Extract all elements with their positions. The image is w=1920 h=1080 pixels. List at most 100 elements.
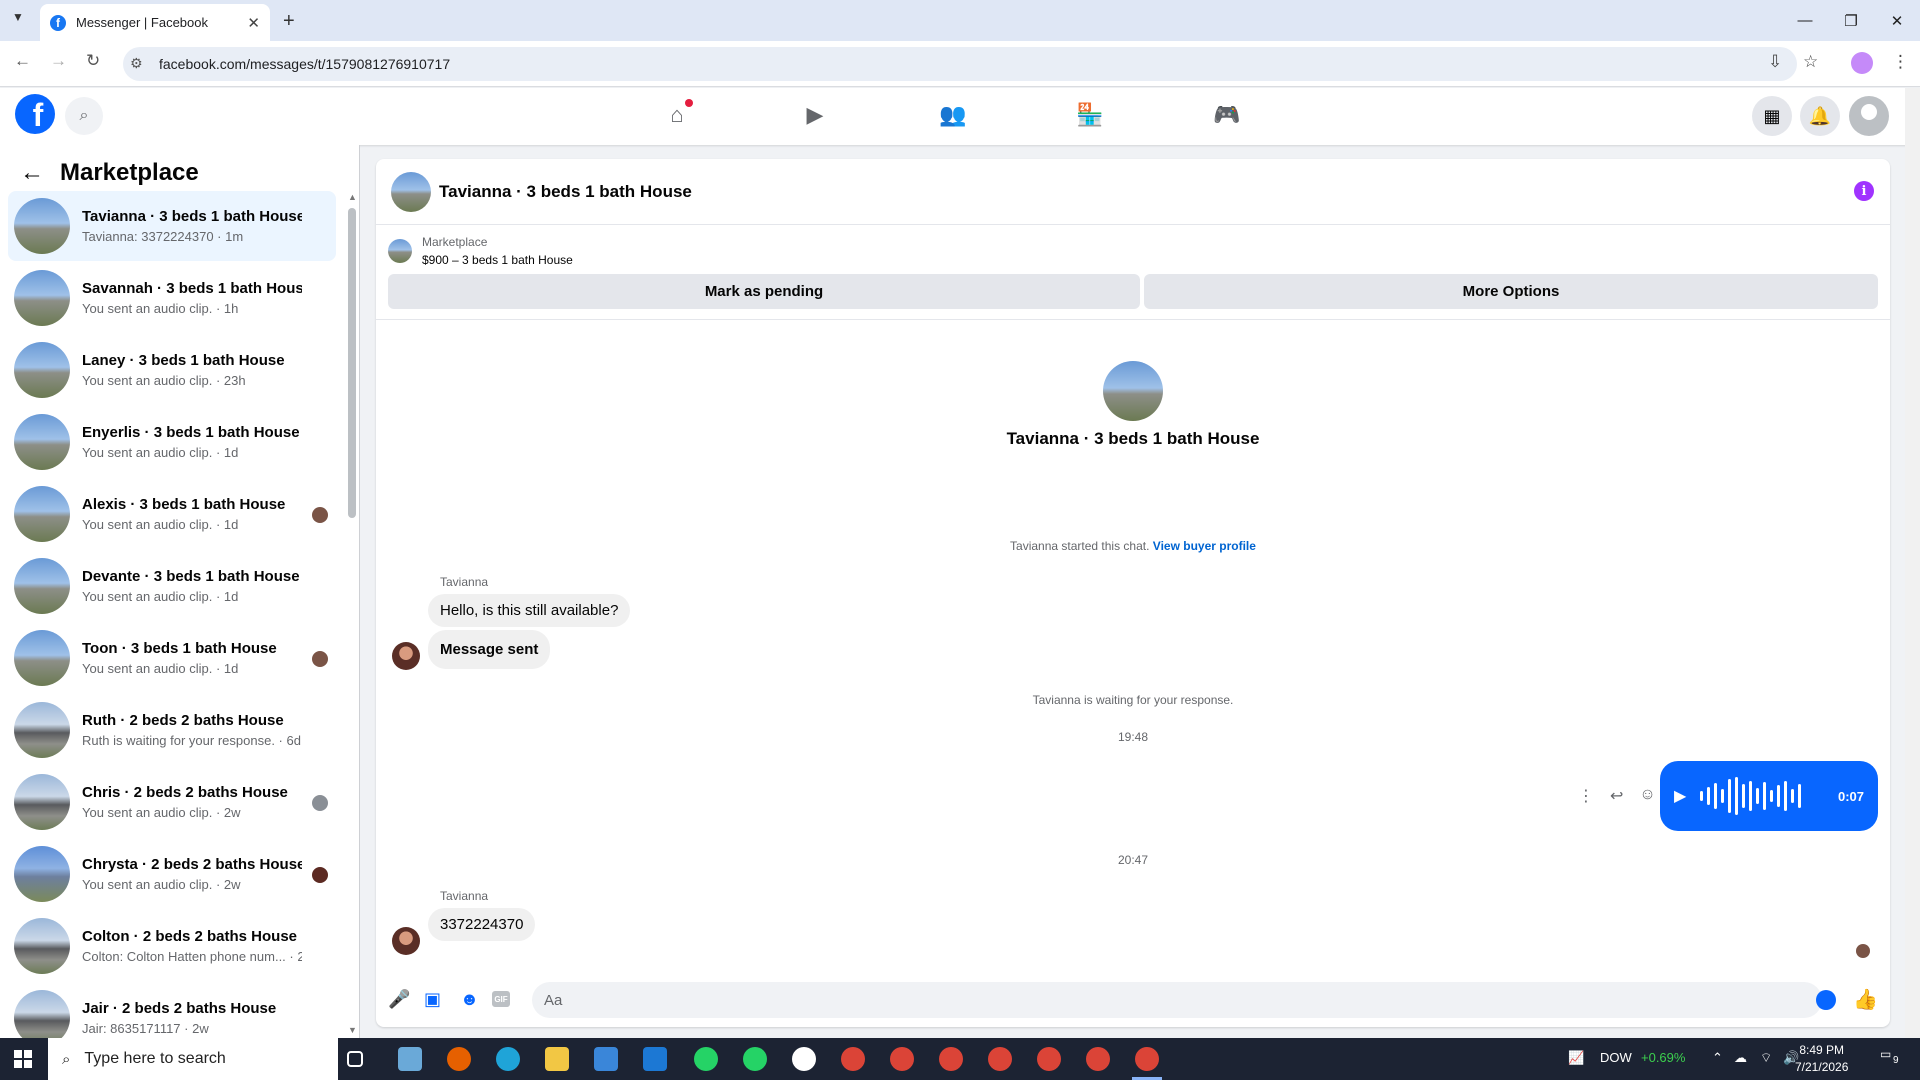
conversation-item[interactable]: Colton · 2 beds 2 baths House Colton: Col…: [8, 911, 336, 981]
scroll-up-arrow-icon[interactable]: ▲: [348, 192, 357, 202]
message-bubble[interactable]: Message sent: [428, 630, 551, 669]
edge-icon[interactable]: [496, 1047, 520, 1071]
more-icon[interactable]: ⋮: [1578, 786, 1594, 806]
browser-menu-icon[interactable]: ⋮: [1892, 52, 1909, 72]
taskbar-search[interactable]: ⌕ Type here to search: [48, 1038, 338, 1080]
conversation-item[interactable]: Devante · 3 beds 1 bath House You sent an…: [8, 551, 336, 621]
chrome-icon[interactable]: [988, 1047, 1012, 1071]
url-field[interactable]: facebook.com/messages/t/1579081276910717: [123, 47, 1797, 81]
new-tab-icon[interactable]: +: [283, 10, 295, 33]
microphone-icon[interactable]: 🎤: [388, 989, 410, 1010]
chrome-icon[interactable]: [841, 1047, 865, 1071]
sender-avatar[interactable]: [392, 642, 420, 670]
photo-icon[interactable]: ▣: [424, 989, 441, 1010]
facebook-logo-icon[interactable]: f: [15, 94, 55, 134]
sidebar-scrollbar[interactable]: [348, 208, 356, 518]
chrome-icon[interactable]: [890, 1047, 914, 1071]
conversation-item[interactable]: Laney · 3 beds 1 bath House You sent an a…: [8, 335, 336, 405]
notification-center-icon[interactable]: ▭: [1880, 1047, 1891, 1061]
gif-icon[interactable]: GIF: [492, 991, 510, 1007]
listing-summary[interactable]: Marketplace $900 – 3 beds 1 bath House: [388, 233, 573, 269]
task-view-icon[interactable]: [347, 1051, 363, 1067]
sticker-icon[interactable]: ☻: [460, 989, 479, 1010]
react-icon[interactable]: ☺: [1639, 786, 1655, 806]
gaming-icon[interactable]: 🎮: [1207, 100, 1247, 130]
whatsapp-icon[interactable]: [743, 1047, 767, 1071]
back-icon[interactable]: ←: [14, 51, 31, 71]
tab-search-icon[interactable]: ▼: [12, 10, 24, 24]
chrome-icon[interactable]: [1135, 1047, 1159, 1071]
conversation-preview: You sent an audio clip. · 1d: [82, 517, 239, 532]
install-app-icon[interactable]: ⇩: [1768, 52, 1782, 72]
message-bubble[interactable]: 3372224370: [428, 908, 536, 941]
emoji-icon[interactable]: [1816, 990, 1836, 1010]
friends-icon[interactable]: 👥: [933, 100, 973, 130]
tray-expand-icon[interactable]: ⌃: [1712, 1050, 1723, 1066]
conversation-item[interactable]: Toon · 3 beds 1 bath House You sent an au…: [8, 623, 336, 693]
play-icon[interactable]: ▶: [1674, 786, 1686, 806]
notifications-bell-icon[interactable]: 🔔: [1800, 96, 1840, 136]
message-input[interactable]: Aa: [532, 982, 1822, 1018]
account-avatar[interactable]: [1849, 96, 1889, 136]
store-icon[interactable]: [594, 1047, 618, 1071]
chrome-icon[interactable]: [939, 1047, 963, 1071]
window-controls: — ❐ ✕: [1782, 0, 1920, 41]
chat-title[interactable]: Tavianna · 3 beds 1 bath House: [439, 182, 692, 202]
voice-message[interactable]: ▶ 0:07: [1660, 761, 1878, 831]
back-arrow-icon[interactable]: ←: [20, 159, 44, 187]
message-bubble[interactable]: Hello, is this still available?: [428, 594, 631, 627]
page-scrollbar[interactable]: [1905, 88, 1920, 1038]
listing-thumbnail: [14, 558, 70, 614]
ticker-name[interactable]: DOW: [1600, 1050, 1632, 1065]
conversation-item[interactable]: Savannah · 3 beds 1 bath House You sent a…: [8, 263, 336, 333]
conversation-title: Devante · 3 beds 1 bath House: [82, 568, 300, 585]
mark-as-pending-button[interactable]: Mark as pending: [388, 274, 1140, 309]
menu-grid-icon[interactable]: ▦: [1752, 96, 1792, 136]
browser-profile-avatar[interactable]: [1851, 52, 1873, 74]
search-icon[interactable]: ⌕: [65, 97, 103, 135]
thumbs-up-icon[interactable]: 👍: [1853, 987, 1878, 1012]
scroll-down-arrow-icon[interactable]: ▼: [348, 1025, 357, 1035]
chrome-icon[interactable]: [1037, 1047, 1061, 1071]
site-info-icon[interactable]: ⚙: [130, 55, 143, 72]
forward-icon[interactable]: →: [50, 51, 67, 71]
browser-tab[interactable]: f Messenger | Facebook ✕: [40, 4, 270, 41]
chrome-icon[interactable]: [1086, 1047, 1110, 1071]
whatsapp-business-icon[interactable]: [694, 1047, 718, 1071]
video-icon[interactable]: ▶: [795, 100, 835, 130]
outlook-icon[interactable]: [643, 1047, 667, 1071]
reply-icon[interactable]: ↩: [1610, 786, 1623, 806]
windows-start-icon[interactable]: [14, 1050, 32, 1068]
conversation-item[interactable]: Tavianna · 3 beds 1 bath House Tavianna: …: [8, 191, 336, 261]
seen-avatar: [312, 795, 328, 811]
firefox-icon[interactable]: [447, 1047, 471, 1071]
chat-listing-thumbnail[interactable]: [391, 171, 431, 212]
conversation-preview: Ruth is waiting for your response. · 6d: [82, 733, 301, 748]
view-buyer-profile-link[interactable]: View buyer profile: [1153, 539, 1256, 553]
marketplace-icon[interactable]: 🏪: [1070, 100, 1110, 130]
conversation-item[interactable]: Chrysta · 2 beds 2 baths House You sent a…: [8, 839, 336, 909]
bookmark-star-icon[interactable]: ☆: [1803, 52, 1818, 72]
info-icon[interactable]: i: [1854, 181, 1874, 201]
sender-avatar[interactable]: [392, 927, 420, 955]
wifi-icon[interactable]: ⌔: [1760, 1050, 1772, 1066]
more-options-button[interactable]: More Options: [1144, 274, 1878, 309]
conversation-item[interactable]: Enyerlis · 3 beds 1 bath House You sent a…: [8, 407, 336, 477]
ticker-change[interactable]: +0.69%: [1641, 1050, 1685, 1065]
system-clock[interactable]: 8:49 PM 7/21/2026: [1795, 1042, 1848, 1076]
restore-icon[interactable]: ❐: [1828, 0, 1874, 41]
close-tab-icon[interactable]: ✕: [247, 14, 260, 32]
clock-time: 8:49 PM: [1799, 1043, 1845, 1057]
conversation-item[interactable]: Alexis · 3 beds 1 bath House You sent an …: [8, 479, 336, 549]
notification-count: 9: [1893, 1055, 1899, 1066]
conversation-item[interactable]: Chris · 2 beds 2 baths House You sent an …: [8, 767, 336, 837]
close-window-icon[interactable]: ✕: [1874, 0, 1920, 41]
chatgpt-icon[interactable]: [792, 1047, 816, 1071]
file-explorer-icon[interactable]: [545, 1047, 569, 1071]
conversation-item[interactable]: Jair · 2 beds 2 baths House Jair: 8635171…: [8, 983, 336, 1038]
minimize-icon[interactable]: —: [1782, 0, 1828, 41]
reload-icon[interactable]: ↻: [86, 51, 100, 71]
conversation-item[interactable]: Ruth · 2 beds 2 baths House Ruth is waiti…: [8, 695, 336, 765]
notepad-icon[interactable]: [398, 1047, 422, 1071]
onedrive-icon[interactable]: ☁: [1734, 1050, 1747, 1066]
